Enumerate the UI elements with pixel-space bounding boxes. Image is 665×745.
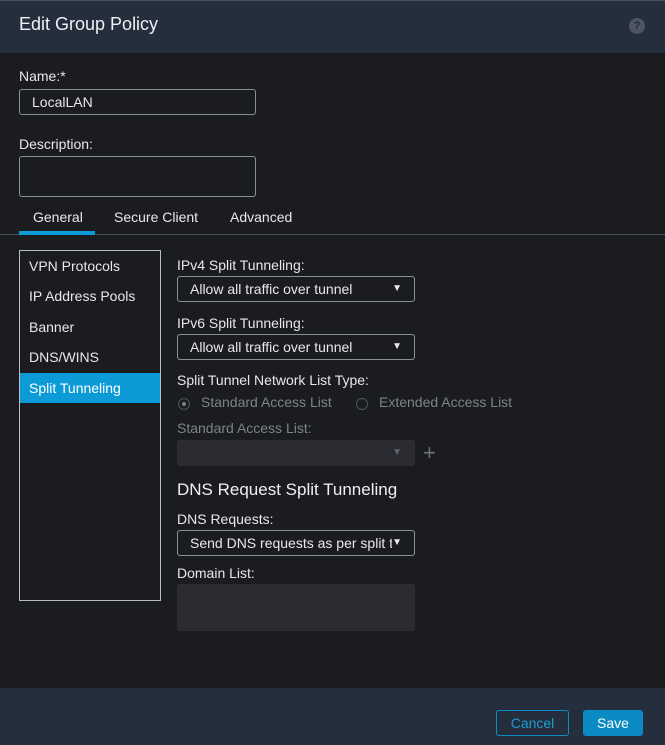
- dns-requests-label: DNS Requests:: [177, 511, 274, 527]
- tab-advanced[interactable]: Advanced: [230, 209, 292, 225]
- description-label: Description:: [19, 136, 93, 152]
- extended-access-list-option-label: Extended Access List: [379, 394, 513, 410]
- standard-access-list-option-label: Standard Access List: [201, 394, 332, 410]
- tab-secure-client[interactable]: Secure Client: [114, 209, 198, 225]
- help-icon[interactable]: ?: [629, 18, 645, 34]
- dialog-title: Edit Group Policy: [19, 14, 159, 34]
- cancel-button[interactable]: Cancel: [496, 710, 569, 736]
- description-input[interactable]: [19, 156, 256, 197]
- ipv6-split-tunneling-label: IPv6 Split Tunneling:: [177, 315, 305, 331]
- ipv4-selected-value: Allow all traffic over tunnel: [190, 281, 353, 297]
- standard-access-list-select[interactable]: ▼: [177, 440, 415, 466]
- sidebar-item-ip-address-pools[interactable]: IP Address Pools: [20, 281, 160, 311]
- sidebar-item-dns-wins[interactable]: DNS/WINS: [20, 342, 160, 372]
- dns-split-section-title: DNS Request Split Tunneling: [177, 480, 398, 499]
- standard-access-list-label: Standard Access List:: [177, 420, 312, 436]
- radio-extended-access-list[interactable]: [356, 398, 368, 410]
- sidebar-item-banner[interactable]: Banner: [20, 312, 160, 342]
- domain-list-label: Domain List:: [177, 565, 255, 581]
- radio-standard-access-list[interactable]: [178, 398, 190, 410]
- tabs-divider: [0, 234, 665, 235]
- name-input[interactable]: [19, 89, 256, 115]
- chevron-down-icon: ▼: [392, 531, 402, 555]
- sidebar-nav: VPN Protocols IP Address Pools Banner DN…: [19, 250, 161, 601]
- network-list-type-label: Split Tunnel Network List Type:: [177, 372, 369, 388]
- dns-requests-value: Send DNS requests as per split t: [190, 535, 394, 551]
- ipv4-split-tunneling-select[interactable]: Allow all traffic over tunnel ▼: [177, 276, 415, 302]
- dns-requests-select[interactable]: Send DNS requests as per split t ▼: [177, 530, 415, 556]
- ipv6-selected-value: Allow all traffic over tunnel: [190, 339, 353, 355]
- chevron-down-icon: ▼: [392, 447, 402, 458]
- dialog-header: Edit Group Policy ?: [0, 0, 665, 53]
- add-icon[interactable]: +: [423, 442, 436, 464]
- sidebar-item-split-tunneling[interactable]: Split Tunneling: [20, 373, 160, 403]
- chevron-down-icon: ▼: [392, 283, 402, 294]
- domain-list-input[interactable]: [177, 584, 415, 631]
- ipv6-split-tunneling-select[interactable]: Allow all traffic over tunnel ▼: [177, 334, 415, 360]
- chevron-down-icon: ▼: [392, 341, 402, 352]
- active-tab-indicator: [19, 231, 95, 235]
- ipv4-split-tunneling-label: IPv4 Split Tunneling:: [177, 257, 305, 273]
- sidebar-item-vpn-protocols[interactable]: VPN Protocols: [20, 251, 160, 281]
- tab-general[interactable]: General: [33, 209, 83, 225]
- name-label: Name:*: [19, 68, 66, 84]
- save-button[interactable]: Save: [583, 710, 643, 736]
